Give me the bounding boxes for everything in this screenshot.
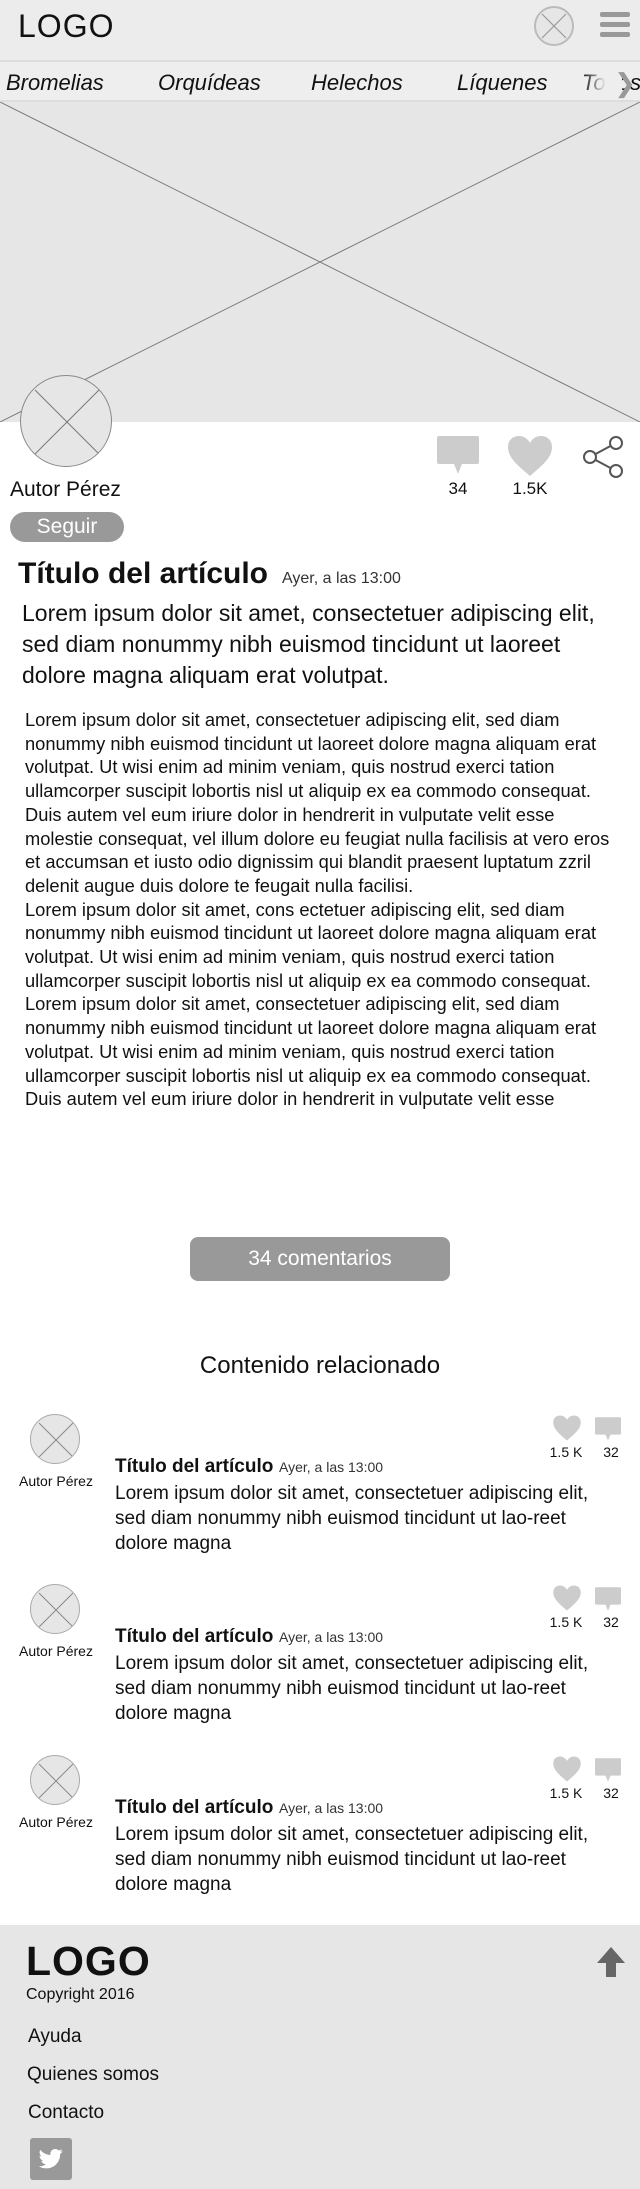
article-title: Título del artículo xyxy=(18,557,269,590)
comment-count: 34 xyxy=(448,479,468,498)
card-title[interactable]: Título del artículo xyxy=(115,1626,273,1648)
comment-icon[interactable] xyxy=(436,434,480,476)
card-avatar[interactable] xyxy=(30,1584,80,1634)
card-date: Ayer, a las 13:00 xyxy=(279,1629,384,1645)
card-title[interactable]: Título del artículo xyxy=(115,1456,273,1478)
arrow-up-icon[interactable] xyxy=(594,1945,628,1979)
comment-icon[interactable] xyxy=(594,1416,622,1442)
like-count: 1.5K xyxy=(512,479,548,498)
card-stats: 1.5 K 32 xyxy=(536,1755,636,1801)
article-date: Ayer, a las 13:00 xyxy=(282,570,401,587)
article-body: Lorem ipsum dolor sit amet, consectetuer… xyxy=(25,708,615,1111)
card-date: Ayer, a las 13:00 xyxy=(279,1800,384,1816)
copyright: Copyright 2016 xyxy=(26,1986,135,2003)
card-comment-count: 32 xyxy=(603,1614,619,1630)
card-like-count: 1.5 K xyxy=(549,1444,583,1460)
card-text: Lorem ipsum dolor sit amet, consectetuer… xyxy=(115,1483,589,1554)
footer-link-quienes-somos[interactable]: Quienes somos xyxy=(27,2064,159,2086)
card-author[interactable]: Autor Pérez xyxy=(10,1473,102,1489)
card-comment-count: 32 xyxy=(603,1444,619,1460)
related-heading: Contenido relacionado xyxy=(199,1352,441,1379)
user-avatar-icon[interactable] xyxy=(534,6,574,46)
card-text: Lorem ipsum dolor sit amet, consectetuer… xyxy=(115,1824,589,1895)
twitter-icon[interactable] xyxy=(30,2138,72,2180)
author-name[interactable]: Autor Pérez xyxy=(10,478,121,502)
related-card[interactable]: Autor Pérez 1.5 K 32 Título del artículo… xyxy=(0,1584,640,1754)
card-author[interactable]: Autor Pérez xyxy=(10,1814,102,1830)
card-like-count: 1.5 K xyxy=(549,1614,583,1630)
heart-icon[interactable] xyxy=(552,1755,582,1783)
heart-icon[interactable] xyxy=(506,434,554,478)
footer-link-contacto[interactable]: Contacto xyxy=(28,2102,104,2124)
comment-icon[interactable] xyxy=(594,1757,622,1783)
menu-icon[interactable] xyxy=(600,12,630,38)
nav-item-liquenes[interactable]: Líquenes xyxy=(457,70,548,96)
card-date: Ayer, a las 13:00 xyxy=(279,1459,384,1475)
card-text: Lorem ipsum dolor sit amet, consectetuer… xyxy=(115,1653,589,1724)
related-card[interactable]: Autor Pérez 1.5 K 32 Título del artículo… xyxy=(0,1755,640,1925)
article-paragraph: Lorem ipsum dolor sit amet, consectetuer… xyxy=(25,709,610,896)
logo[interactable]: LOGO xyxy=(18,8,114,45)
comment-icon[interactable] xyxy=(594,1586,622,1612)
card-stats: 1.5 K 32 xyxy=(536,1584,636,1630)
card-author[interactable]: Autor Pérez xyxy=(10,1643,102,1659)
card-comment-count: 32 xyxy=(603,1785,619,1801)
article-paragraph: Lorem ipsum dolor sit amet, cons ectetue… xyxy=(25,898,597,991)
related-card[interactable]: Autor Pérez 1.5 K 32 Título del artículo… xyxy=(0,1414,640,1584)
follow-button[interactable]: Seguir xyxy=(10,512,124,542)
footer-logo[interactable]: LOGO xyxy=(26,1938,151,1985)
article-paragraph: Lorem ipsum dolor sit amet, consectetuer… xyxy=(25,993,597,1110)
card-title[interactable]: Título del artículo xyxy=(115,1797,273,1819)
card-like-count: 1.5 K xyxy=(549,1785,583,1801)
nav-item-orquideas[interactable]: Orquídeas xyxy=(158,70,261,96)
card-stats: 1.5 K 32 xyxy=(536,1414,636,1460)
author-avatar[interactable] xyxy=(20,375,112,467)
share-icon[interactable] xyxy=(580,434,626,480)
comments-button[interactable]: 34 comentarios xyxy=(190,1237,450,1281)
footer-link-ayuda[interactable]: Ayuda xyxy=(28,2026,82,2048)
card-avatar[interactable] xyxy=(30,1755,80,1805)
chevron-right-icon[interactable]: ❯ xyxy=(614,68,636,99)
heart-icon[interactable] xyxy=(552,1584,582,1612)
card-avatar[interactable] xyxy=(30,1414,80,1464)
nav-item-bromelias[interactable]: Bromelias xyxy=(6,70,104,96)
article-lead: Lorem ipsum dolor sit amet, consectetuer… xyxy=(22,600,595,688)
hero-image xyxy=(0,102,640,422)
heart-icon[interactable] xyxy=(552,1414,582,1442)
category-nav: Bromelias Orquídeas Helechos Líquenes To… xyxy=(0,60,640,102)
nav-item-helechos[interactable]: Helechos xyxy=(311,70,403,96)
